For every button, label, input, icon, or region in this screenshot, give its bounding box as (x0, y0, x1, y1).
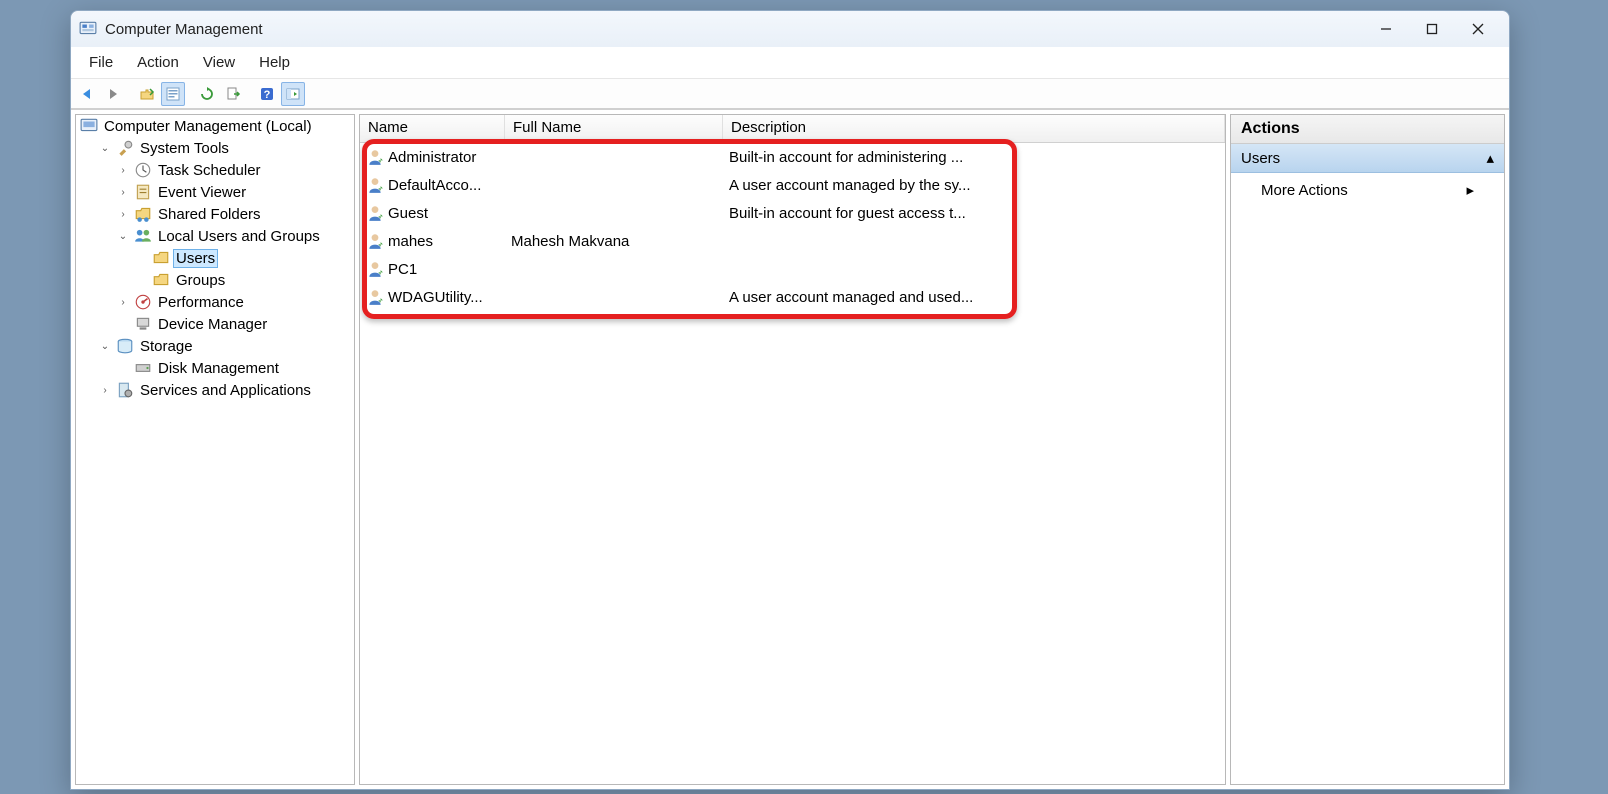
user-row[interactable]: WDAGUtility... A user account managed and… (360, 283, 1225, 311)
user-icon (366, 232, 384, 250)
tools-icon (116, 139, 134, 157)
menu-view[interactable]: View (191, 50, 247, 75)
toolbar: ? (71, 79, 1509, 109)
user-description: A user account managed and used... (723, 289, 1001, 306)
close-button[interactable] (1455, 14, 1501, 44)
user-row[interactable]: mahes Mahesh Makvana (360, 227, 1225, 255)
properties-button[interactable] (161, 82, 185, 106)
forward-button[interactable] (101, 82, 125, 106)
user-icon (366, 204, 384, 222)
collapse-icon[interactable]: ⌄ (116, 229, 130, 243)
user-row[interactable]: DefaultAcco... A user account managed by … (360, 171, 1225, 199)
up-button[interactable] (135, 82, 159, 106)
tree-performance[interactable]: ›Performance (114, 291, 354, 313)
column-fullname[interactable]: Full Name (505, 115, 723, 142)
column-description[interactable]: Description (723, 115, 1225, 142)
disk-icon (134, 359, 152, 377)
expand-icon[interactable]: › (116, 185, 130, 199)
computer-icon (80, 117, 98, 135)
export-button[interactable] (221, 82, 245, 106)
maximize-button[interactable] (1409, 14, 1455, 44)
tree-root[interactable]: Computer Management (Local) (78, 115, 354, 137)
user-description: A user account managed by the sy... (723, 177, 1001, 194)
collapse-icon[interactable]: ⌄ (98, 339, 112, 353)
menu-action[interactable]: Action (125, 50, 191, 75)
console-tree[interactable]: Computer Management (Local) ⌄ System Too… (75, 114, 355, 785)
window-title: Computer Management (105, 21, 263, 38)
column-name[interactable]: Name (360, 115, 505, 142)
actions-section-users[interactable]: Users ▴ (1231, 144, 1504, 173)
user-row[interactable]: Guest Built-in account for guest access t… (360, 199, 1225, 227)
user-row[interactable]: PC1 (360, 255, 1225, 283)
user-name: DefaultAcco... (388, 177, 481, 194)
app-icon (79, 20, 97, 38)
show-hide-action-pane-button[interactable] (281, 82, 305, 106)
tree-local-users-groups[interactable]: ⌄Local Users and Groups (114, 225, 354, 247)
menubar: File Action View Help (71, 47, 1509, 79)
tree-shared-folders[interactable]: ›Shared Folders (114, 203, 354, 225)
device-icon (134, 315, 152, 333)
user-icon (366, 288, 384, 306)
folder-icon (152, 249, 170, 267)
expand-icon[interactable]: › (116, 295, 130, 309)
tree-task-scheduler[interactable]: ›Task Scheduler (114, 159, 354, 181)
event-icon (134, 183, 152, 201)
user-name: Administrator (388, 149, 476, 166)
folder-icon (152, 271, 170, 289)
users-groups-icon (134, 227, 152, 245)
user-name: mahes (388, 233, 433, 250)
tree-disk-management[interactable]: Disk Management (114, 357, 354, 379)
clock-icon (134, 161, 152, 179)
expand-icon[interactable]: › (116, 163, 130, 177)
help-button[interactable]: ? (255, 82, 279, 106)
titlebar[interactable]: Computer Management (71, 11, 1509, 47)
tree-users[interactable]: Users (132, 247, 354, 269)
actions-more[interactable]: More Actions ▸ (1231, 173, 1504, 207)
storage-icon (116, 337, 134, 355)
user-row[interactable]: Administrator Built-in account for admini… (360, 143, 1225, 171)
collapse-icon[interactable]: ⌄ (98, 141, 112, 155)
user-description: Built-in account for guest access t... (723, 205, 1001, 222)
users-list-pane: Name Full Name Description Administrator… (359, 114, 1226, 785)
services-icon (116, 381, 134, 399)
svg-text:?: ? (264, 89, 271, 101)
menu-file[interactable]: File (77, 50, 125, 75)
computer-management-window: Computer Management File Action View Hel… (70, 10, 1510, 790)
back-button[interactable] (75, 82, 99, 106)
minimize-button[interactable] (1363, 14, 1409, 44)
user-icon (366, 148, 384, 166)
collapse-arrow-icon: ▴ (1486, 149, 1494, 167)
content-area: Computer Management (Local) ⌄ System Too… (71, 109, 1509, 789)
user-name: Guest (388, 205, 428, 222)
user-icon (366, 260, 384, 278)
tree-device-manager[interactable]: Device Manager (114, 313, 354, 335)
user-name: WDAGUtility... (388, 289, 483, 306)
list-body[interactable]: Administrator Built-in account for admini… (360, 143, 1225, 784)
actions-header: Actions (1231, 115, 1504, 144)
refresh-button[interactable] (195, 82, 219, 106)
submenu-arrow-icon: ▸ (1466, 181, 1474, 199)
tree-groups[interactable]: Groups (132, 269, 354, 291)
tree-system-tools[interactable]: ⌄ System Tools (96, 137, 354, 159)
performance-icon (134, 293, 152, 311)
expand-icon[interactable]: › (98, 383, 112, 397)
user-description: Built-in account for administering ... (723, 149, 1001, 166)
actions-pane: Actions Users ▴ More Actions ▸ (1230, 114, 1505, 785)
list-header: Name Full Name Description (360, 115, 1225, 143)
tree-services-apps[interactable]: ›Services and Applications (96, 379, 354, 401)
user-icon (366, 176, 384, 194)
user-name: PC1 (388, 261, 417, 278)
user-fullname: Mahesh Makvana (505, 233, 723, 250)
expand-icon[interactable]: › (116, 207, 130, 221)
shared-folder-icon (134, 205, 152, 223)
menu-help[interactable]: Help (247, 50, 302, 75)
tree-event-viewer[interactable]: ›Event Viewer (114, 181, 354, 203)
tree-storage[interactable]: ⌄Storage (96, 335, 354, 357)
